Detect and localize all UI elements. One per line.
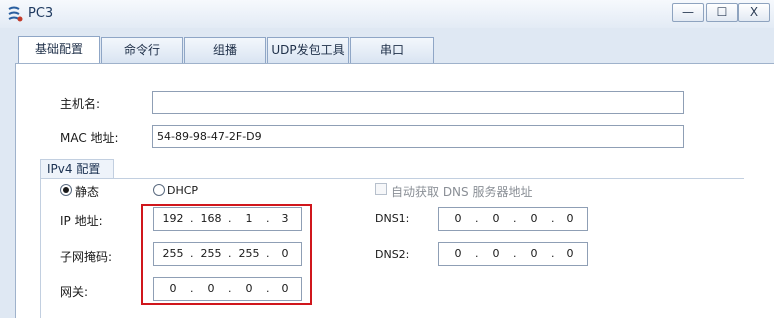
dns1-input[interactable]: 0 . 0 . 0 . 0 <box>438 207 588 231</box>
dns1-dot: . <box>475 212 479 225</box>
dns2-input[interactable]: 0 . 0 . 0 . 0 <box>438 242 588 266</box>
tab-multicast[interactable]: 组播 <box>184 37 266 63</box>
dns1-dot: . <box>551 212 555 225</box>
tab-serial-port[interactable]: 串口 <box>350 37 434 63</box>
dns1-octet-1[interactable]: 0 <box>445 212 471 225</box>
window-title: PC3 <box>28 6 54 21</box>
dns2-dot: . <box>513 247 517 260</box>
ipv4-config-group-title: IPv4 配置 <box>40 159 114 179</box>
maximize-button[interactable]: ☐ <box>706 3 738 22</box>
dns1-dot: . <box>513 212 517 225</box>
ip-address-label: IP 地址: <box>60 214 103 228</box>
dns2-dot: . <box>475 247 479 260</box>
dns1-label: DNS1: <box>375 212 410 225</box>
red-highlight-box <box>141 204 312 305</box>
dns2-octet-2[interactable]: 0 <box>483 247 509 260</box>
close-button[interactable]: X <box>738 3 770 22</box>
hostname-label: 主机名: <box>60 97 101 111</box>
mac-address-label: MAC 地址: <box>60 131 119 145</box>
subnet-mask-label: 子网掩码: <box>60 250 113 264</box>
dns2-label: DNS2: <box>375 248 410 261</box>
dns2-octet-1[interactable]: 0 <box>445 247 471 260</box>
minimize-button[interactable]: — <box>672 3 704 22</box>
gateway-label: 网关: <box>60 285 89 299</box>
dhcp-radio-label: DHCP <box>167 184 199 197</box>
dns2-octet-3[interactable]: 0 <box>521 247 547 260</box>
static-radio[interactable] <box>60 184 72 196</box>
auto-dns-label: 自动获取 DNS 服务器地址 <box>391 185 533 199</box>
tab-command-line[interactable]: 命令行 <box>101 37 183 63</box>
dhcp-radio[interactable] <box>153 184 165 196</box>
static-radio-label: 静态 <box>75 185 100 199</box>
hostname-input[interactable] <box>152 91 684 114</box>
dns2-dot: . <box>551 247 555 260</box>
tab-bar: 基础配置 命令行 组播 UDP发包工具 串口 <box>0 28 774 64</box>
tab-udp-tool[interactable]: UDP发包工具 <box>267 37 349 63</box>
dns1-octet-2[interactable]: 0 <box>483 212 509 225</box>
mac-address-field[interactable]: 54-89-98-47-2F-D9 <box>152 125 684 148</box>
pc-app-icon <box>8 6 23 22</box>
dns1-octet-4[interactable]: 0 <box>557 212 583 225</box>
dns2-octet-4[interactable]: 0 <box>557 247 583 260</box>
dns1-octet-3[interactable]: 0 <box>521 212 547 225</box>
title-bar: PC3 — ☐ X <box>0 0 774 28</box>
auto-dns-checkbox[interactable] <box>375 183 387 195</box>
tab-basic-config[interactable]: 基础配置 <box>18 36 100 64</box>
